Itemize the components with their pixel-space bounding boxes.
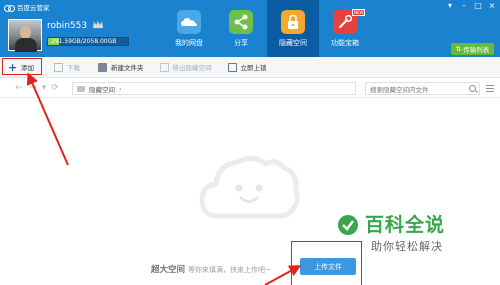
search-input[interactable]: 搜索隐藏空间内文件 — [365, 82, 480, 95]
download-label: 下载 — [67, 64, 80, 72]
baidu-cloud-logo-icon — [4, 4, 15, 12]
lock-now-label: 立即上锁 — [240, 64, 267, 72]
nav-share[interactable]: 分享 — [215, 0, 267, 57]
cloud-disk-icon — [177, 10, 201, 34]
download-button[interactable]: 下载 — [49, 57, 85, 78]
view-menu-icon[interactable] — [486, 85, 494, 92]
move-out-icon — [159, 62, 169, 72]
maximize-icon[interactable]: □ — [474, 2, 482, 10]
avatar-body — [15, 38, 37, 52]
quota-text: 291.59GB/2058.00GB — [51, 38, 117, 45]
empty-state-text: 超大空间 等你来填满，快来上传吧~ — [151, 263, 271, 275]
vip-crown-icon[interactable] — [92, 20, 104, 30]
annotation-box-upload — [291, 241, 362, 285]
download-icon — [54, 62, 63, 72]
move-out-label: 移出隐藏空间 — [172, 64, 212, 72]
move-out-button[interactable]: 移出隐藏空间 — [155, 57, 217, 78]
close-icon[interactable]: × — [488, 2, 496, 10]
skin-icon[interactable]: ▾ — [446, 2, 454, 10]
nav-hidden-space[interactable]: 隐藏空间 — [267, 0, 319, 57]
lock-icon — [281, 10, 305, 34]
padlock-icon — [227, 62, 237, 72]
nav-label-share: 分享 — [234, 39, 248, 47]
window-controls: ▾ – □ × — [446, 2, 496, 10]
watermark-logo-icon — [338, 215, 358, 235]
avatar[interactable] — [8, 19, 42, 52]
nav-label-toolbox: 功能宝箱 — [331, 39, 359, 47]
app-header: 百度云管家 robin553 291.59GB/2058.00GB 我的网盘 分… — [0, 0, 500, 57]
new-folder-button[interactable]: 新建文件夹 — [93, 57, 149, 78]
smiling-cloud-icon — [199, 156, 300, 219]
app-title: 百度云管家 — [17, 4, 50, 12]
nav-my-disk[interactable]: 我的网盘 — [163, 0, 215, 57]
nav-label-my-disk: 我的网盘 — [175, 39, 203, 47]
share-icon — [229, 10, 253, 34]
path-breadcrumb[interactable]: 隐藏空间 › — [72, 82, 356, 95]
empty-message: 等你来填满，快来上传吧~ — [188, 266, 271, 274]
transfer-list-button[interactable]: ⇅ 传输列表 — [451, 43, 494, 55]
username[interactable]: robin553 — [47, 21, 87, 31]
search-icon[interactable] — [469, 85, 476, 92]
quota-bar: 291.59GB/2058.00GB — [47, 37, 129, 46]
lock-now-button[interactable]: 立即上锁 — [223, 57, 272, 78]
folder-icon — [77, 85, 85, 92]
transfer-label: 传输列表 — [463, 46, 490, 54]
new-folder-label: 新建文件夹 — [111, 64, 144, 72]
new-badge: NEW — [352, 9, 366, 16]
toolbar: + 添加 下载 新建文件夹 移出隐藏空间 立即上锁 — [0, 57, 500, 78]
search-placeholder: 搜索隐藏空间内文件 — [370, 85, 429, 94]
nav-label-hidden-space: 隐藏空间 — [279, 39, 307, 47]
path-label: 隐藏空间 — [89, 85, 115, 94]
main-nav: 我的网盘 分享 隐藏空间 功能宝箱 NEW — [163, 0, 371, 57]
back-arrow-icon[interactable]: ← — [12, 83, 26, 93]
annotation-box-add — [2, 58, 42, 75]
nav-toolbox[interactable]: 功能宝箱 NEW — [319, 0, 371, 57]
forward-arrow-icon[interactable]: → — [26, 83, 40, 93]
minimize-icon[interactable]: – — [460, 2, 468, 10]
history-dropdown-icon[interactable]: ▾ — [40, 83, 48, 93]
watermark-subtitle: 助你轻松解决 — [371, 240, 443, 253]
transfer-icon: ⇅ — [455, 45, 462, 53]
empty-headline: 超大空间 — [151, 265, 186, 275]
path-chevron-icon: › — [119, 84, 122, 93]
new-folder-icon — [98, 62, 107, 72]
refresh-icon[interactable]: ⟳ — [48, 83, 62, 93]
watermark-title: 百科全说 — [365, 214, 446, 236]
